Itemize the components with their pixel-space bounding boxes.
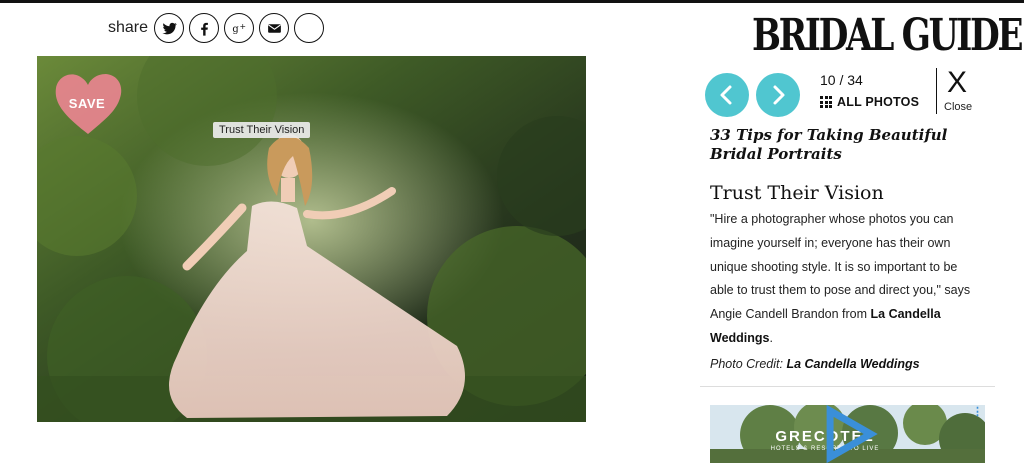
advertisement[interactable]: GRECOTEL HOTELS & RESORTS TO LIVE ⋮ bbox=[710, 405, 985, 463]
chevron-left-icon bbox=[720, 85, 732, 105]
grid-icon bbox=[820, 96, 832, 108]
ad-menu-icon[interactable]: ⋮ bbox=[972, 407, 983, 418]
svg-text:g: g bbox=[232, 24, 239, 35]
photo-counter: 10 / 34 bbox=[820, 72, 863, 88]
top-rule bbox=[0, 0, 1024, 3]
google-plus-icon: g + bbox=[232, 22, 246, 35]
share-bar: share g + bbox=[108, 13, 329, 43]
facebook-share-button[interactable] bbox=[189, 13, 220, 43]
gallery-photo[interactable]: SAVE Trust Their Vision bbox=[37, 56, 586, 422]
section-divider bbox=[700, 386, 995, 387]
close-label[interactable]: Close bbox=[944, 101, 972, 113]
all-photos-button[interactable]: ALL PHOTOS bbox=[820, 95, 919, 109]
credit-label: Photo Credit: bbox=[710, 357, 787, 371]
more-share-button[interactable] bbox=[294, 13, 325, 43]
all-photos-label: ALL PHOTOS bbox=[837, 95, 920, 109]
facebook-icon bbox=[200, 22, 208, 36]
slide-caption: "Hire a photographer whose photos you ca… bbox=[710, 208, 982, 351]
photo-credit: Photo Credit: La Candella Weddings bbox=[710, 357, 920, 371]
google-plus-share-button[interactable]: g + bbox=[224, 13, 255, 43]
gallery-title[interactable]: 33 Tips for Taking Beautiful Bridal Port… bbox=[710, 126, 990, 164]
photo-tooltip: Trust Their Vision bbox=[213, 122, 311, 138]
save-button[interactable]: SAVE bbox=[52, 70, 124, 136]
next-photo-button[interactable] bbox=[756, 73, 800, 117]
save-label: SAVE bbox=[68, 96, 106, 111]
email-share-button[interactable] bbox=[259, 13, 290, 43]
bridal-guide-logo[interactable]: BRIDAL GUIDE bbox=[752, 10, 1024, 61]
credit-link[interactable]: La Candella Weddings bbox=[786, 357, 919, 371]
slide-title: Trust Their Vision bbox=[710, 182, 884, 204]
email-icon bbox=[267, 23, 281, 33]
close-icon[interactable]: X bbox=[947, 66, 967, 100]
caption-text: "Hire a photographer whose photos you ca… bbox=[710, 212, 971, 322]
twitter-share-button[interactable] bbox=[154, 13, 185, 43]
close-divider bbox=[936, 68, 937, 114]
adchoices-icon[interactable] bbox=[710, 405, 985, 463]
share-label: share bbox=[108, 19, 149, 36]
twitter-icon bbox=[162, 22, 177, 34]
previous-photo-button[interactable] bbox=[705, 73, 749, 117]
svg-text:+: + bbox=[239, 22, 246, 31]
caption-end: . bbox=[769, 330, 773, 345]
chevron-right-icon bbox=[773, 85, 785, 105]
